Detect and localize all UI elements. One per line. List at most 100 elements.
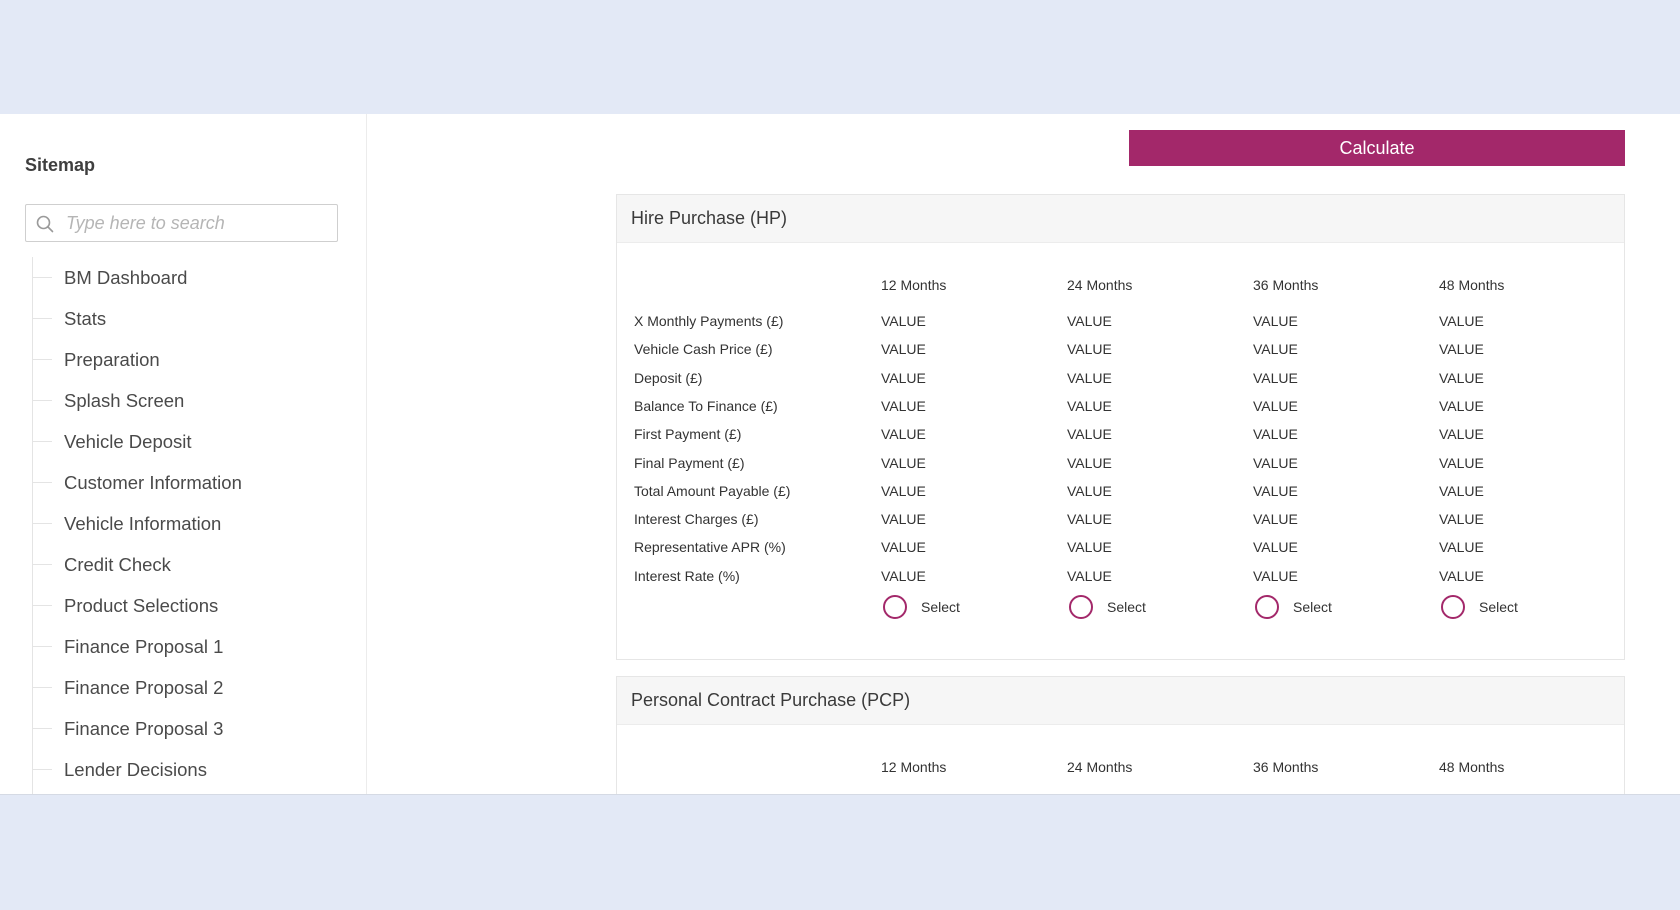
select-label: Select <box>921 599 960 615</box>
sidebar-item-bm-dashboard[interactable]: BM Dashboard <box>32 257 352 298</box>
sidebar-item-label: Vehicle Deposit <box>64 430 192 452</box>
table-cell: VALUE <box>1439 539 1484 555</box>
personal-contract-purchase-panel: Personal Contract Purchase (PCP) 12 Mont… <box>616 676 1625 794</box>
row-label: Representative APR (%) <box>634 539 786 555</box>
sidebar-item-customer-information[interactable]: Customer Information <box>32 462 352 503</box>
table-cell: VALUE <box>1439 511 1484 527</box>
tree-branch-line <box>32 687 52 688</box>
table-cell: VALUE <box>1253 370 1298 386</box>
sidebar-item-label: Finance Proposal 3 <box>64 717 224 739</box>
table-cell: VALUE <box>1253 341 1298 357</box>
table-cell: VALUE <box>1253 313 1298 329</box>
table-cell: VALUE <box>881 341 926 357</box>
sidebar-item-preparation[interactable]: Preparation <box>32 339 352 380</box>
tree-branch-line <box>32 441 52 442</box>
select-label: Select <box>1293 599 1332 615</box>
table-cell: VALUE <box>1439 313 1484 329</box>
select-option-1[interactable]: Select <box>883 595 960 619</box>
table-cell: VALUE <box>1067 511 1112 527</box>
sidebar-title: Sitemap <box>25 155 96 175</box>
row-label: Interest Charges (£) <box>634 511 759 527</box>
table-cell: VALUE <box>881 370 926 386</box>
search-icon <box>36 215 54 233</box>
sidebar-item-label: Product Selections <box>64 594 219 616</box>
sidebar-item-finance-proposal-2[interactable]: Finance Proposal 2 <box>32 667 352 708</box>
select-label: Select <box>1479 599 1518 615</box>
sidebar-item-stats[interactable]: Stats <box>32 298 352 339</box>
row-label: Final Payment (£) <box>634 455 745 471</box>
tree-branch-line <box>32 564 52 565</box>
table-cell: VALUE <box>1067 483 1112 499</box>
radio-button[interactable] <box>1255 595 1279 619</box>
sidebar-item-label: Preparation <box>64 348 160 370</box>
table-cell: VALUE <box>1253 426 1298 442</box>
table-cell: VALUE <box>881 426 926 442</box>
column-header: 48 Months <box>1439 277 1505 293</box>
table-cell: VALUE <box>881 483 926 499</box>
search-box[interactable] <box>25 204 338 242</box>
tree-branch-line <box>32 277 52 278</box>
table-cell: VALUE <box>1067 568 1112 584</box>
sidebar-item-label: Finance Proposal 2 <box>64 676 224 698</box>
tree-branch-line <box>32 605 52 606</box>
row-label: Interest Rate (%) <box>634 568 740 584</box>
calculate-button[interactable]: Calculate <box>1129 130 1625 166</box>
table-cell: VALUE <box>1067 398 1112 414</box>
table-cell: VALUE <box>1253 539 1298 555</box>
column-header: 24 Months <box>1067 759 1133 775</box>
sidebar-item-finance-proposal-3[interactable]: Finance Proposal 3 <box>32 708 352 749</box>
radio-button[interactable] <box>883 595 907 619</box>
radio-button[interactable] <box>1441 595 1465 619</box>
sidebar-item-product-selections[interactable]: Product Selections <box>32 585 352 626</box>
table-cell: VALUE <box>1439 370 1484 386</box>
sidebar-item-lender-decisions[interactable]: Lender Decisions <box>32 749 352 790</box>
table-cell: VALUE <box>1439 483 1484 499</box>
sidebar-item-label: Credit Check <box>64 553 171 575</box>
sidebar-item-finance-proposal-1[interactable]: Finance Proposal 1 <box>32 626 352 667</box>
sidebar-item-label: Stats <box>64 307 107 329</box>
select-option-3[interactable]: Select <box>1255 595 1332 619</box>
table-cell: VALUE <box>1067 313 1112 329</box>
row-label: Deposit (£) <box>634 370 703 386</box>
table-cell: VALUE <box>1253 455 1298 471</box>
table-cell: VALUE <box>1067 370 1112 386</box>
table-cell: VALUE <box>881 313 926 329</box>
radio-button[interactable] <box>1069 595 1093 619</box>
column-header: 48 Months <box>1439 759 1505 775</box>
table-cell: VALUE <box>881 539 926 555</box>
column-header: 12 Months <box>881 277 947 293</box>
table-cell: VALUE <box>1253 511 1298 527</box>
sitemap-tree: BM Dashboard Stats Preparation Splash Scree… <box>32 257 352 794</box>
search-input[interactable] <box>66 205 331 241</box>
tree-branch-line <box>32 523 52 524</box>
sidebar-item-label: Lender Decisions <box>64 758 207 780</box>
table-cell: VALUE <box>1439 426 1484 442</box>
table-cell: VALUE <box>1067 341 1112 357</box>
sidebar: Sitemap BM Dashboard Stats Preparation Spla… <box>0 114 367 794</box>
column-header: 36 Months <box>1253 277 1319 293</box>
row-label: Vehicle Cash Price (£) <box>634 341 773 357</box>
row-label: Balance To Finance (£) <box>634 398 778 414</box>
table-cell: VALUE <box>881 511 926 527</box>
sidebar-item-splash-screen[interactable]: Splash Screen <box>32 380 352 421</box>
hire-purchase-panel: Hire Purchase (HP) 12 Months 24 Months 36 … <box>616 194 1625 660</box>
column-header: 36 Months <box>1253 759 1319 775</box>
app-window: Sitemap BM Dashboard Stats Preparation Spla… <box>0 114 1680 795</box>
table-cell: VALUE <box>881 398 926 414</box>
table-cell: VALUE <box>1067 426 1112 442</box>
select-option-4[interactable]: Select <box>1441 595 1518 619</box>
tree-branch-line <box>32 482 52 483</box>
table-cell: VALUE <box>1253 398 1298 414</box>
sidebar-item-label: Customer Information <box>64 471 242 493</box>
panel-header-hp: Hire Purchase (HP) <box>617 195 1624 243</box>
panel-header-pcp: Personal Contract Purchase (PCP) <box>617 677 1624 725</box>
tree-branch-line <box>32 400 52 401</box>
sidebar-item-label: Finance Proposal 1 <box>64 635 224 657</box>
sidebar-item-label: Splash Screen <box>64 389 185 411</box>
sidebar-item-vehicle-deposit[interactable]: Vehicle Deposit <box>32 421 352 462</box>
sidebar-item-label: Vehicle Information <box>64 512 222 534</box>
select-option-2[interactable]: Select <box>1069 595 1146 619</box>
sidebar-item-vehicle-information[interactable]: Vehicle Information <box>32 503 352 544</box>
sidebar-item-credit-check[interactable]: Credit Check <box>32 544 352 585</box>
column-header: 12 Months <box>881 759 947 775</box>
